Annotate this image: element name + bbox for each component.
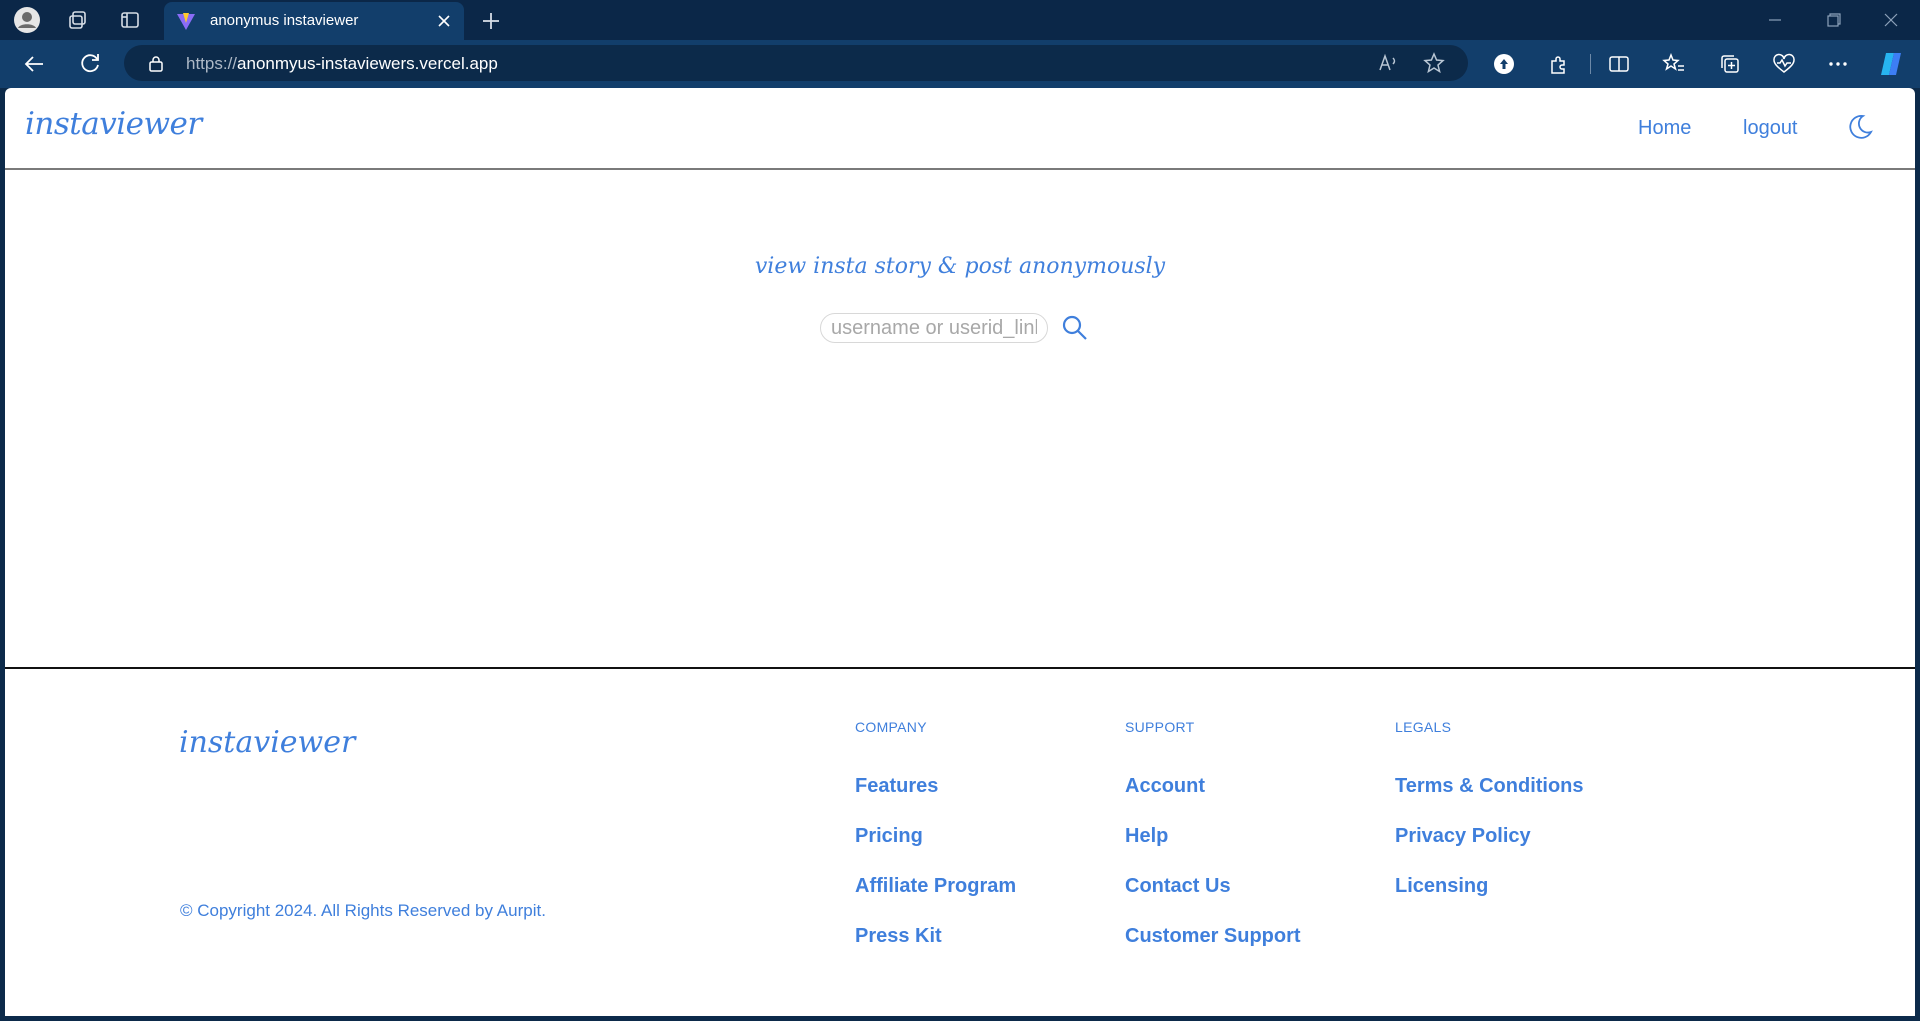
footer-link-affiliate-program[interactable]: Affiliate Program [855,875,1016,925]
active-tab[interactable]: anonymus instaviewer [164,2,464,40]
footer-column-legals: LEGALS Terms & Conditions Privacy Policy… [1395,719,1584,925]
footer-link-privacy-policy[interactable]: Privacy Policy [1395,825,1584,875]
footer-link-pricing[interactable]: Pricing [855,825,1016,875]
split-screen-icon[interactable] [1605,50,1633,78]
nav-home-link[interactable]: Home [1638,117,1691,140]
url-host: anonmyus-instaviewers.vercel.app [237,54,498,73]
more-options-icon[interactable] [1824,50,1852,78]
site-header: instaviewer Home logout [5,88,1915,170]
page-viewport: instaviewer Home logout view insta story… [5,88,1915,1016]
footer-column-company: COMPANY Features Pricing Affiliate Progr… [855,719,1016,975]
url-text[interactable]: https://anonmyus-instaviewers.vercel.app [186,54,498,74]
new-tab-icon[interactable] [478,8,504,34]
tab-title: anonymus instaviewer [210,12,359,29]
reload-icon[interactable] [76,50,104,78]
restore-window-icon[interactable] [1818,8,1848,32]
back-arrow-icon[interactable] [20,50,48,78]
favorites-list-icon[interactable] [1660,50,1688,78]
close-window-icon[interactable] [1876,8,1906,32]
collections-icon[interactable] [1716,50,1744,78]
browser-toolbar: https://anonmyus-instaviewers.vercel.app [0,40,1920,88]
footer-link-contact-us[interactable]: Contact Us [1125,875,1301,925]
footer-link-help[interactable]: Help [1125,825,1301,875]
extensions-icon[interactable] [1545,50,1573,78]
footer-link-press-kit[interactable]: Press Kit [855,925,1016,975]
url-protocol: https:// [186,54,238,73]
workspaces-icon[interactable] [62,6,94,34]
copyright-text: © Copyright 2024. All Rights Reserved by… [180,901,546,920]
minimize-window-icon[interactable] [1760,8,1790,32]
read-aloud-icon[interactable] [1374,49,1402,77]
footer-link-customer-support[interactable]: Customer Support [1125,925,1301,975]
footer-heading: LEGALS [1395,719,1452,735]
hero-tagline: view insta story & post anonymously [754,254,1166,279]
footer-link-features[interactable]: Features [855,775,1016,825]
site-footer: instaviewer © Copyright 2024. All Rights… [5,667,1915,1016]
tab-strip: anonymus instaviewer [0,0,1920,40]
favorite-star-icon[interactable] [1420,49,1448,77]
site-logo[interactable]: instaviewer [25,106,202,142]
vertical-tabs-icon[interactable] [114,6,146,34]
footer-link-account[interactable]: Account [1125,775,1301,825]
toolbar-separator [1590,54,1591,74]
update-icon[interactable] [1490,50,1518,78]
footer-link-terms[interactable]: Terms & Conditions [1395,775,1584,825]
footer-logo[interactable]: instaviewer [179,725,355,760]
address-bar[interactable]: https://anonmyus-instaviewers.vercel.app [124,45,1468,81]
copilot-icon[interactable] [1877,50,1905,78]
profile-avatar-icon[interactable] [11,6,43,34]
search-input[interactable] [820,313,1048,343]
nav-logout-link[interactable]: logout [1743,117,1798,140]
vite-favicon-icon [177,13,195,30]
close-tab-icon[interactable] [434,11,454,31]
footer-heading: SUPPORT [1125,719,1195,735]
footer-link-licensing[interactable]: Licensing [1395,875,1584,925]
moon-icon[interactable] [1845,112,1875,142]
browser-essentials-icon[interactable] [1770,50,1798,78]
footer-heading: COMPANY [855,719,927,735]
search-icon[interactable] [1061,314,1089,342]
lock-icon[interactable] [148,55,164,72]
footer-column-support: SUPPORT Account Help Contact Us Customer… [1125,719,1301,975]
